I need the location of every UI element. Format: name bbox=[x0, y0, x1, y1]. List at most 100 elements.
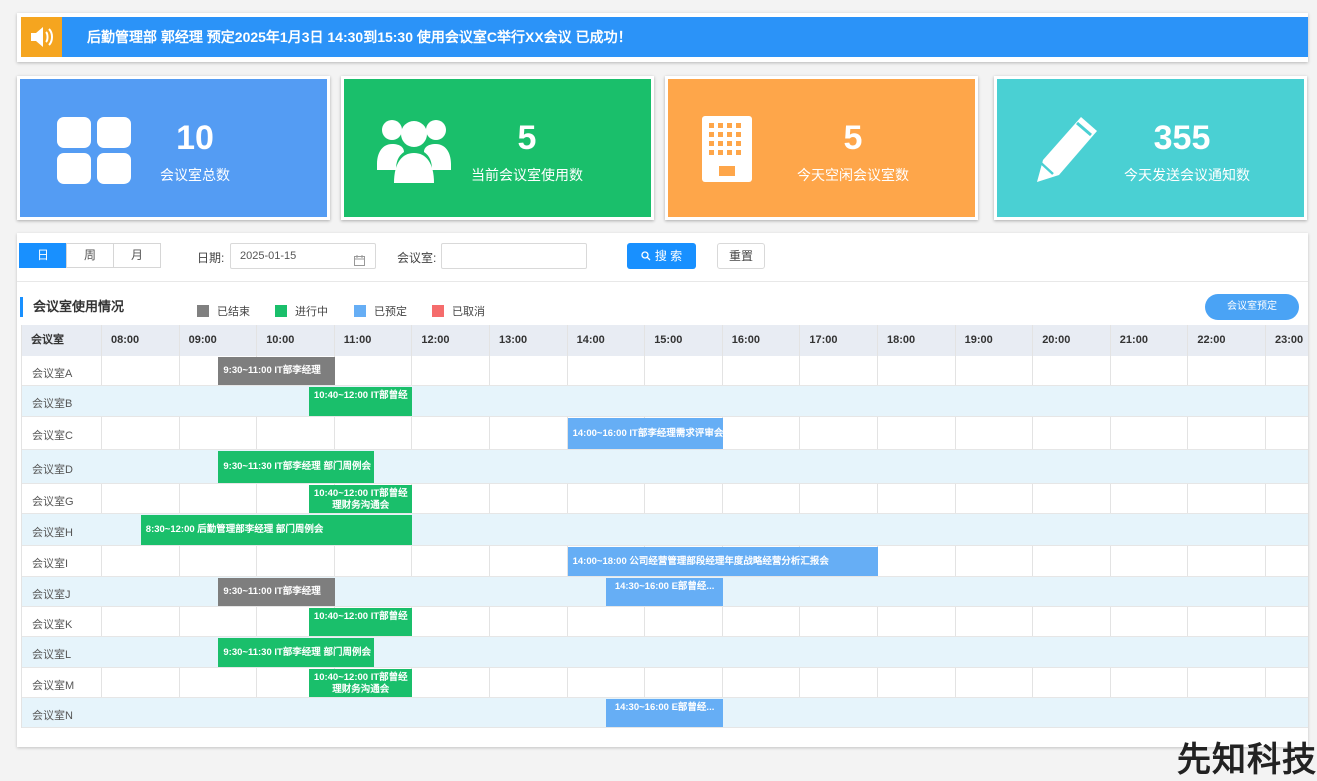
card-label: 今天发送会议通知数 bbox=[1124, 167, 1250, 183]
room-name: 会议室L bbox=[32, 649, 72, 661]
building-icon bbox=[700, 116, 780, 186]
meeting-block[interactable]: 10:40~12:00 IT部曾经理财务沟通会 bbox=[309, 485, 413, 513]
room-name: 会议室I bbox=[32, 558, 69, 570]
room-name: 会议室C bbox=[32, 430, 73, 442]
card-idle-rooms: 5 今天空闲会议室数 bbox=[665, 76, 978, 220]
header-hour: 20:00 bbox=[1042, 334, 1071, 346]
meeting-block[interactable]: 10:40~12:00 IT部曾经 bbox=[309, 387, 413, 416]
grid-icon bbox=[55, 116, 135, 186]
legend-label: 已结束 bbox=[217, 306, 250, 318]
meeting-block[interactable]: 14:00~18:00 公司经营管理部段经理年度战略经营分析汇报会 bbox=[567, 547, 878, 576]
legend-swatch bbox=[432, 305, 444, 317]
watermark: 先知科技 bbox=[1177, 740, 1317, 780]
table-row: 会议室A bbox=[22, 356, 1308, 386]
card-value: 5 bbox=[517, 119, 537, 157]
room-name: 会议室M bbox=[32, 679, 75, 692]
schedule-panel: 日 周 月 日期: 2025-01-15 会议室: 搜 索 重置 会议室使用情况… bbox=[17, 233, 1308, 747]
header-hour: 16:00 bbox=[731, 334, 760, 346]
tab-day[interactable]: 日 bbox=[19, 243, 67, 268]
meeting-block[interactable]: 10:40~12:00 IT部曾经 bbox=[309, 608, 413, 636]
header-hour: 11:00 bbox=[343, 334, 372, 346]
room-label: 会议室: bbox=[397, 251, 437, 265]
pencil-icon bbox=[1033, 115, 1113, 185]
meeting-block[interactable]: 9:30~11:30 IT部李经理 部门周例会 bbox=[218, 638, 374, 667]
calendar-icon bbox=[354, 251, 365, 275]
legend-ongoing: 进行中 bbox=[275, 303, 328, 319]
meeting-block[interactable]: 9:30~11:00 IT部李经理 bbox=[218, 578, 335, 606]
room-name: 会议室G bbox=[32, 495, 74, 508]
room-name: 会议室A bbox=[32, 367, 73, 380]
card-total-rooms: 10 会议室总数 bbox=[17, 76, 330, 220]
header-room: 会议室 bbox=[31, 334, 64, 346]
room-name: 会议室J bbox=[32, 588, 71, 601]
header-hour: 12:00 bbox=[421, 334, 450, 346]
card-label: 今天空闲会议室数 bbox=[797, 167, 909, 183]
header-hour: 17:00 bbox=[809, 334, 838, 346]
room-name: 会议室K bbox=[32, 618, 73, 631]
card-body: 5 当前会议室使用数 bbox=[344, 79, 651, 217]
header-hour: 23:00 bbox=[1275, 334, 1304, 346]
header-hour: 15:00 bbox=[654, 334, 683, 346]
header-hour: 13:00 bbox=[499, 334, 528, 346]
date-label: 日期: bbox=[197, 251, 225, 265]
room-name: 会议室D bbox=[32, 463, 73, 476]
header-hour: 21:00 bbox=[1119, 334, 1148, 346]
card-body: 355 今天发送会议通知数 bbox=[997, 79, 1304, 217]
card-label: 当前会议室使用数 bbox=[471, 167, 583, 183]
legend-label: 已预定 bbox=[374, 306, 407, 318]
card-body: 10 会议室总数 bbox=[20, 79, 327, 217]
schedule-grid: 会议室 08:00 09:00 10:00 11:00 12:00 13:00 14:00 1… bbox=[21, 325, 1308, 728]
view-tabs: 日 周 月 bbox=[19, 243, 161, 268]
room-input[interactable] bbox=[441, 243, 587, 269]
card-value: 355 bbox=[1153, 119, 1211, 157]
card-value: 10 bbox=[176, 119, 214, 157]
legend-swatch bbox=[275, 305, 287, 317]
legend-swatch bbox=[354, 305, 366, 317]
room-name: 会议室N bbox=[32, 709, 73, 722]
room-name: 会议室B bbox=[32, 398, 73, 410]
legend-ended: 已结束 bbox=[197, 303, 250, 319]
legend-swatch bbox=[197, 305, 209, 317]
table-row: 会议室B bbox=[22, 386, 1308, 417]
date-picker[interactable]: 2025-01-15 bbox=[230, 243, 376, 269]
header-hour: 19:00 bbox=[964, 334, 993, 346]
table-row: 会议室M bbox=[22, 668, 1308, 698]
divider bbox=[17, 281, 1308, 282]
header-hour: 09:00 bbox=[188, 334, 217, 346]
speaker-icon bbox=[21, 17, 62, 57]
meeting-block[interactable]: 14:30~16:00 E部曾经... bbox=[606, 699, 723, 727]
legend-label: 已取消 bbox=[452, 306, 485, 318]
search-icon bbox=[641, 244, 651, 270]
card-rooms-in-use: 5 当前会议室使用数 bbox=[341, 76, 654, 220]
meeting-block[interactable]: 9:30~11:00 IT部李经理 bbox=[218, 357, 335, 385]
meeting-block[interactable]: 8:30~12:00 后勤管理部李经理 部门周例会 bbox=[140, 515, 413, 545]
table-row: 会议室G bbox=[22, 484, 1308, 514]
schedule-header: 会议室 08:00 09:00 10:00 11:00 12:00 13:00 14:00 1… bbox=[22, 325, 1308, 356]
legend-cancelled: 已取消 bbox=[432, 303, 485, 319]
notice-bar: 后勤管理部 郭经理 预定2025年1月3日 14:30到15:30 使用会议室C… bbox=[21, 17, 1308, 57]
card-label: 会议室总数 bbox=[160, 167, 230, 183]
meeting-block[interactable]: 14:30~16:00 E部曾经... bbox=[606, 578, 723, 606]
header-hour: 10:00 bbox=[266, 334, 295, 346]
header-hour: 14:00 bbox=[576, 334, 605, 346]
header-hour: 22:00 bbox=[1197, 334, 1226, 346]
table-row: 会议室K bbox=[22, 607, 1308, 637]
card-notifications-sent: 355 今天发送会议通知数 bbox=[994, 76, 1307, 220]
legend-booked: 已预定 bbox=[354, 303, 407, 319]
book-room-button[interactable]: 会议室预定 bbox=[1205, 294, 1299, 320]
notice-banner: 后勤管理部 郭经理 预定2025年1月3日 14:30到15:30 使用会议室C… bbox=[17, 13, 1308, 62]
meeting-block[interactable]: 14:00~16:00 IT部李经理需求评审会 bbox=[567, 418, 723, 449]
room-name: 会议室H bbox=[32, 526, 73, 539]
search-label: 搜 索 bbox=[654, 249, 683, 263]
notice-text: 后勤管理部 郭经理 预定2025年1月3日 14:30到15:30 使用会议室C… bbox=[87, 29, 632, 45]
search-button[interactable]: 搜 索 bbox=[627, 243, 696, 269]
table-row: 会议室L bbox=[22, 637, 1308, 668]
meeting-block[interactable]: 10:40~12:00 IT部曾经理财务沟通会 bbox=[309, 669, 413, 697]
card-value: 5 bbox=[843, 119, 863, 157]
meeting-block[interactable]: 9:30~11:30 IT部李经理 部门周例会 bbox=[218, 451, 374, 483]
tab-month[interactable]: 月 bbox=[113, 243, 161, 268]
section-title: 会议室使用情况 bbox=[20, 297, 124, 317]
date-value: 2025-01-15 bbox=[240, 250, 297, 262]
tab-week[interactable]: 周 bbox=[66, 243, 114, 268]
reset-button[interactable]: 重置 bbox=[717, 243, 765, 269]
